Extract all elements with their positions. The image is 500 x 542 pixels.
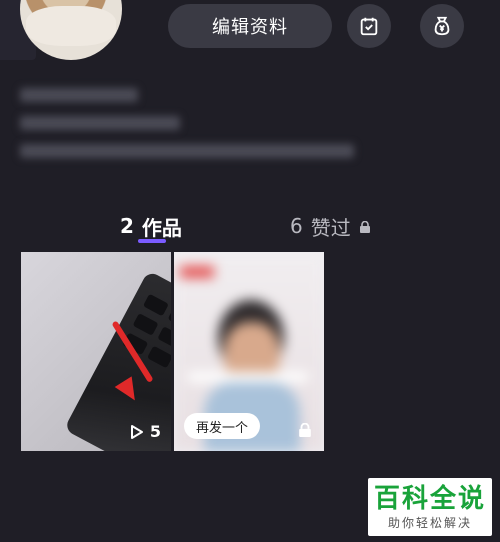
repost-button[interactable]: 再发一个 (184, 413, 261, 439)
edit-profile-button[interactable]: 编辑资料 (168, 4, 332, 48)
calendar-check-button[interactable] (347, 4, 391, 48)
wallet-button[interactable] (420, 4, 464, 48)
watermark-title: 百科全说 (373, 483, 486, 514)
watermark-subtitle: 助你轻松解决 (387, 515, 472, 530)
tab-liked[interactable]: 6 赞过 (290, 208, 371, 244)
lock-icon (299, 423, 311, 437)
profile-tabs: 2 作品 6 赞过 (0, 208, 500, 248)
blurred-username (20, 88, 138, 102)
blurred-bio (20, 144, 354, 158)
video-thumbnail[interactable]: 再发一个 (174, 252, 324, 451)
video-thumbnail[interactable]: 5 (21, 252, 171, 451)
calendar-check-icon (360, 17, 378, 36)
lock-icon (359, 221, 370, 233)
play-count: 5 (130, 422, 161, 441)
works-count: 2 (120, 214, 134, 238)
liked-count: 6 (290, 214, 303, 238)
watermark-logo: 百科全说 助你轻松解决 (368, 478, 492, 536)
works-label: 作品 (141, 215, 182, 240)
liked-label: 赞过 (310, 215, 351, 240)
play-icon (130, 424, 143, 439)
blurred-verification (20, 116, 180, 130)
money-bag-icon (434, 16, 450, 36)
active-tab-indicator (138, 239, 166, 243)
